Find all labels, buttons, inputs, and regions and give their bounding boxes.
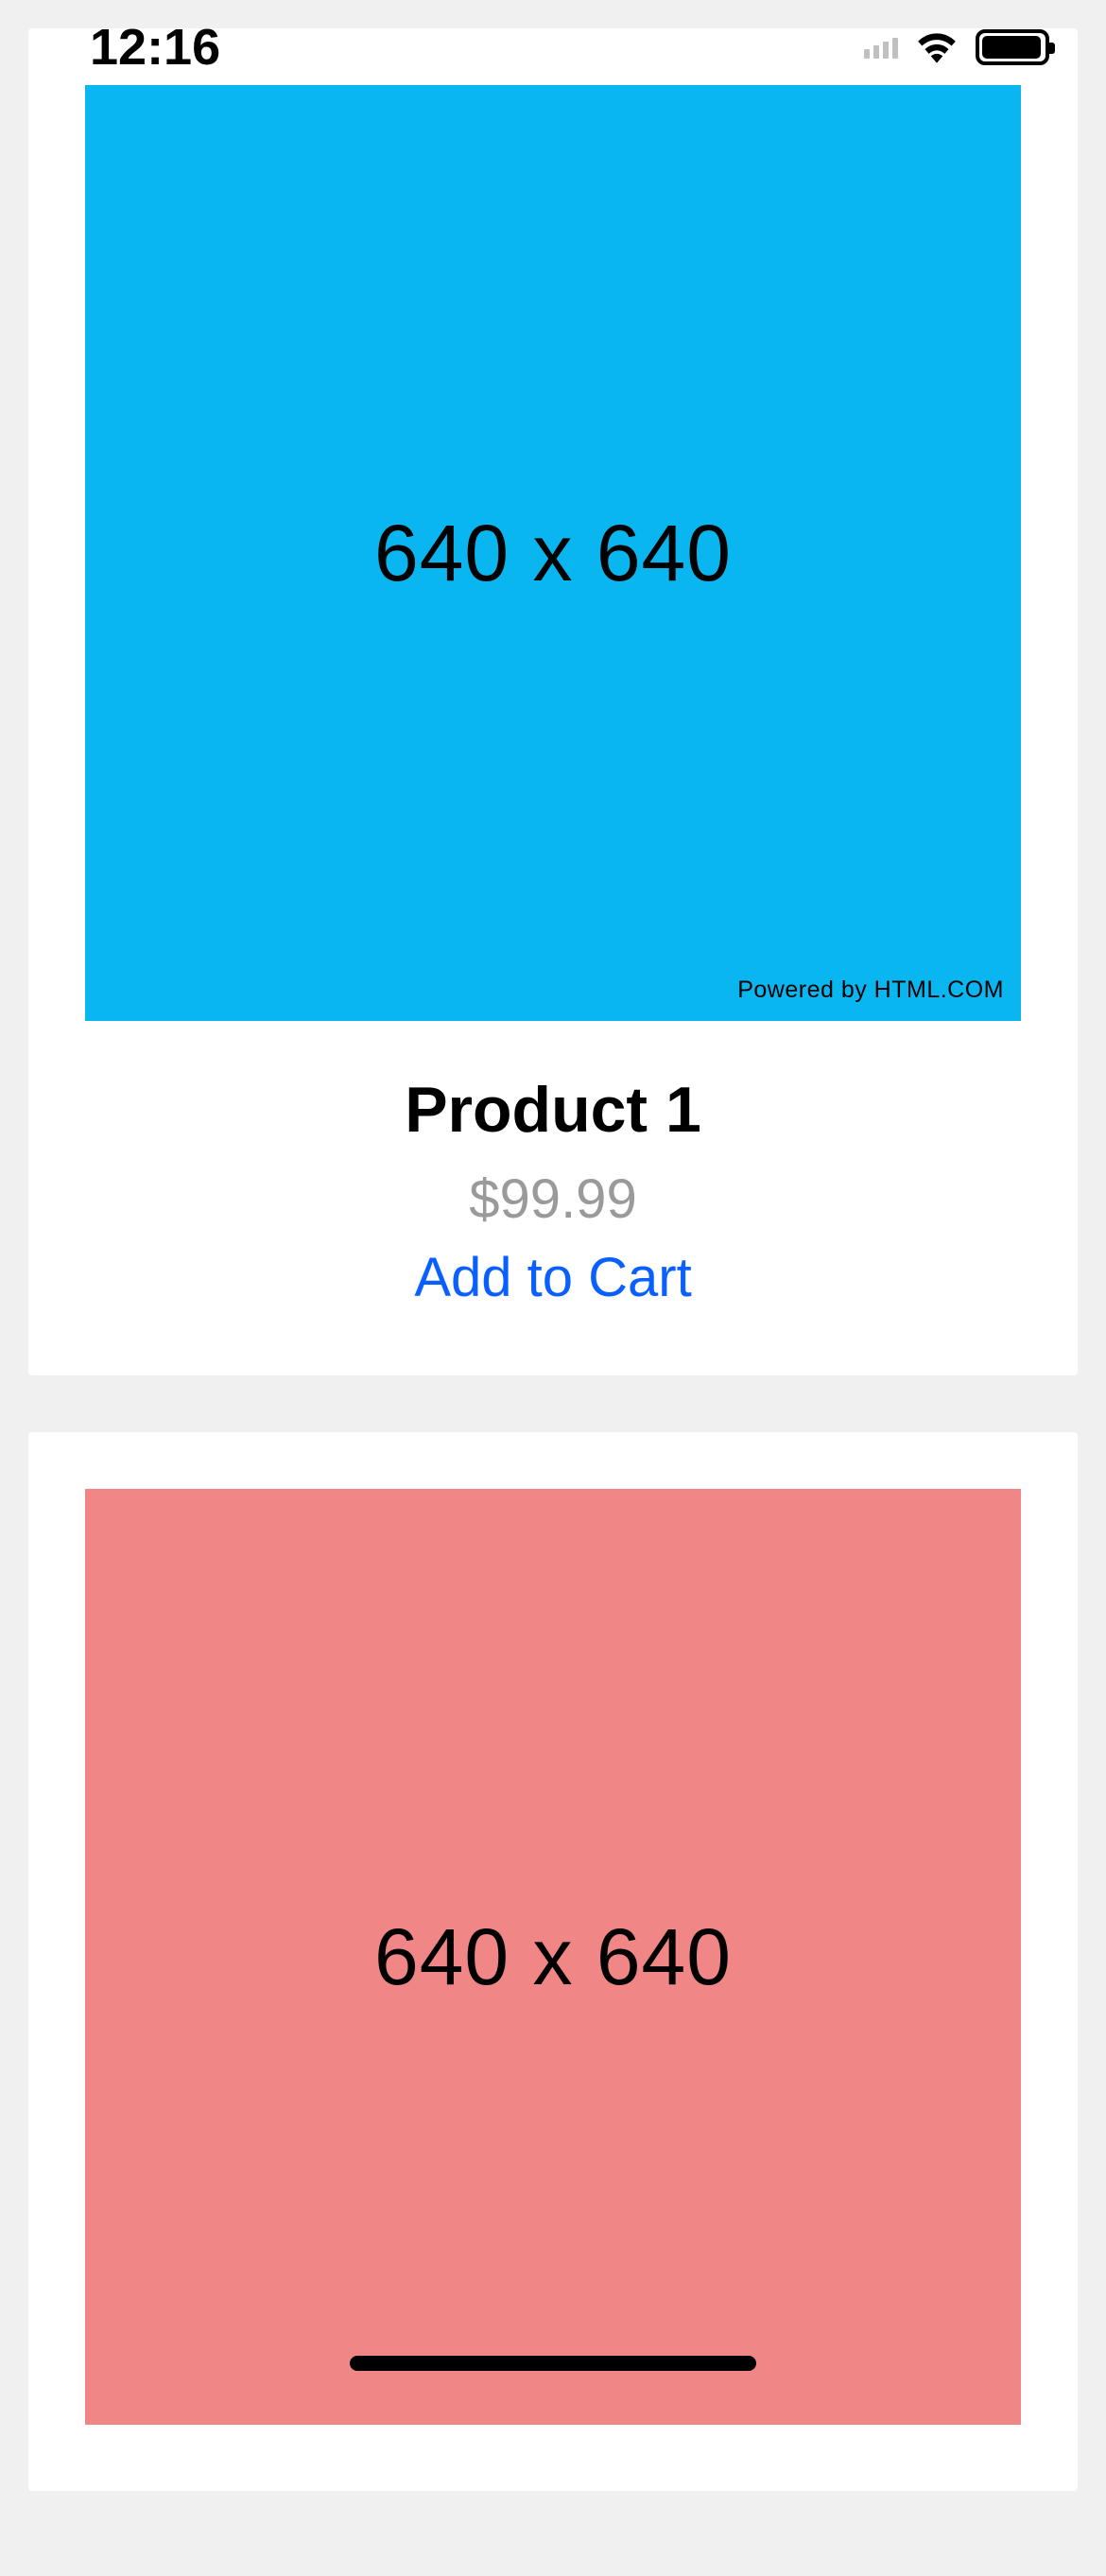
product-image-watermark: Powered by HTML.COM — [737, 977, 1004, 1004]
cellular-signal-icon — [864, 36, 898, 59]
product-image-dimensions: 640 x 640 — [374, 1911, 732, 2003]
product-list[interactable]: 640 x 640 Powered by HTML.COM Product 1 … — [0, 0, 1106, 2576]
product-image-placeholder: 640 x 640 — [85, 1489, 1021, 2425]
product-image-placeholder: 640 x 640 Powered by HTML.COM — [85, 85, 1021, 1021]
home-indicator[interactable] — [350, 2356, 756, 2371]
product-image-dimensions: 640 x 640 — [374, 508, 732, 599]
status-bar: 12:16 — [0, 0, 1106, 95]
product-title: Product 1 — [85, 1073, 1021, 1147]
status-time: 12:16 — [90, 18, 220, 77]
wifi-icon — [913, 28, 960, 66]
add-to-cart-button[interactable]: Add to Cart — [414, 1246, 691, 1309]
battery-icon — [976, 29, 1049, 65]
product-card[interactable]: 640 x 640 Powered by HTML.COM Product 1 … — [28, 28, 1078, 1375]
product-info: Product 1 $99.99 Add to Cart — [85, 1021, 1021, 1309]
status-right — [864, 28, 1049, 66]
product-price: $99.99 — [85, 1167, 1021, 1231]
product-card[interactable]: 640 x 640 — [28, 1432, 1078, 2491]
